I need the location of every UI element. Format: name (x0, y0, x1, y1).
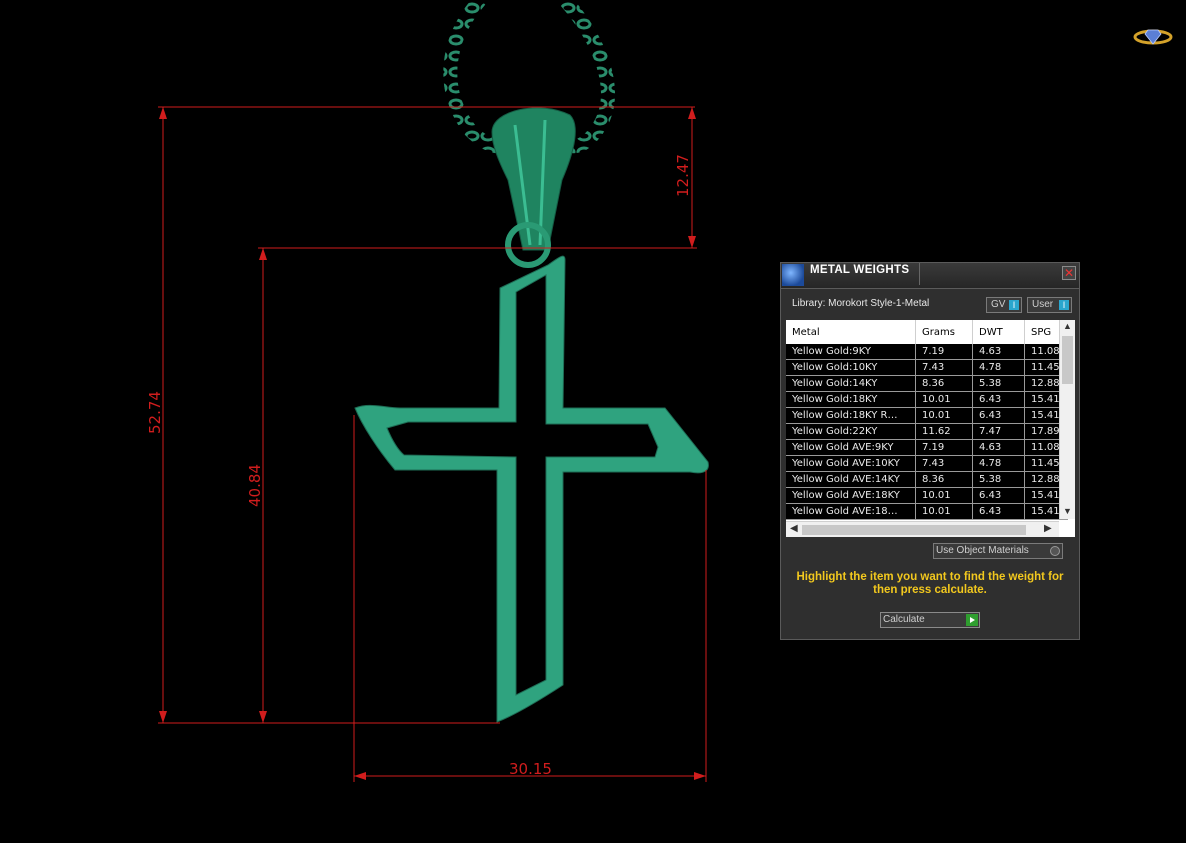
scroll-left-icon[interactable]: ◀ (790, 523, 798, 534)
dwt-cell: 6.43 (972, 503, 1025, 520)
grams-cell: 11.62 (915, 423, 973, 440)
table-row[interactable]: Yellow Gold AVE:10KY 7.43 4.78 11.45 (786, 455, 1068, 472)
metal-cell: Yellow Gold:9KY (786, 344, 916, 360)
use-object-materials-toggle[interactable]: Use Object Materials (933, 543, 1063, 559)
gv-toggle-label: GV (991, 299, 1006, 310)
metal-cell: Yellow Gold AVE:18KY (786, 487, 916, 504)
metal-cell: Yellow Gold:18KY R… (786, 407, 916, 424)
user-toggle-label: User (1032, 299, 1054, 310)
app-icon (782, 264, 804, 286)
panel-header[interactable]: METAL WEIGHTS ✕ (781, 263, 1079, 289)
table-row[interactable]: Yellow Gold:18KY 10.01 6.43 15.41 (786, 391, 1068, 408)
calculate-button[interactable]: Calculate (880, 612, 980, 628)
grams-cell: 8.36 (915, 375, 973, 392)
radio-icon (1050, 546, 1060, 556)
dwt-cell: 4.63 (972, 439, 1025, 456)
horizontal-scroll-thumb[interactable] (802, 525, 1026, 535)
horizontal-scrollbar[interactable]: ◀ ▶ (786, 521, 1059, 537)
metal-cell: Yellow Gold:10KY (786, 359, 916, 376)
gv-toggle-knob: I (1009, 300, 1019, 310)
metal-table-container: Metal Grams DWT SPG Yellow Gold:9KY 7.19 4… (786, 320, 1075, 537)
grams-cell: 7.19 (915, 344, 973, 360)
instruction-text: Highlight the item you want to find the … (796, 571, 1064, 596)
dimension-cross-height: 40.84 (246, 464, 264, 507)
user-toggle-knob: I (1059, 300, 1069, 310)
scroll-up-icon[interactable]: ▲ (1063, 321, 1072, 331)
table-row[interactable]: Yellow Gold:9KY 7.19 4.63 11.08 (786, 344, 1068, 360)
vertical-scrollbar[interactable]: ▲ ▼ (1059, 320, 1075, 519)
grams-cell: 10.01 (915, 487, 973, 504)
dimension-arrows (159, 107, 706, 780)
dwt-cell: 6.43 (972, 407, 1025, 424)
grams-cell: 7.43 (915, 455, 973, 472)
bail (491, 107, 576, 268)
table-row[interactable]: Yellow Gold AVE:18KY 10.01 6.43 15.41 (786, 487, 1068, 504)
vertical-scroll-thumb[interactable] (1062, 336, 1073, 384)
calculate-label: Calculate (883, 614, 925, 625)
gv-toggle[interactable]: GV I (986, 297, 1022, 313)
play-icon (966, 614, 978, 626)
metal-cell: Yellow Gold:18KY (786, 391, 916, 408)
metal-weights-panel: METAL WEIGHTS ✕ Library: Morokort Style-… (780, 262, 1080, 640)
dwt-cell: 6.43 (972, 487, 1025, 504)
metal-cell: Yellow Gold:14KY (786, 375, 916, 392)
scroll-down-icon[interactable]: ▼ (1063, 506, 1072, 516)
panel-title: METAL WEIGHTS (810, 263, 921, 285)
ring-logo-icon (1133, 29, 1173, 45)
user-toggle[interactable]: User I (1027, 297, 1072, 313)
close-button[interactable]: ✕ (1062, 266, 1076, 280)
table-row[interactable]: Yellow Gold:14KY 8.36 5.38 12.88 (786, 375, 1068, 392)
dimension-overall-height: 52.74 (146, 391, 164, 434)
column-header-metal[interactable]: Metal (786, 320, 916, 344)
grams-cell: 10.01 (915, 407, 973, 424)
table-row[interactable]: Yellow Gold:18KY R… 10.01 6.43 15.41 (786, 407, 1068, 424)
table-header-row: Metal Grams DWT SPG (786, 320, 1068, 344)
use-object-materials-label: Use Object Materials (936, 545, 1029, 556)
dimension-lines (158, 106, 707, 782)
dimension-width: 30.15 (509, 760, 552, 778)
metal-cell: Yellow Gold AVE:9KY (786, 439, 916, 456)
metal-cell: Yellow Gold AVE:14KY (786, 471, 916, 488)
dwt-cell: 4.63 (972, 344, 1025, 360)
scroll-right-icon[interactable]: ▶ (1044, 523, 1052, 534)
dwt-cell: 4.78 (972, 359, 1025, 376)
dwt-cell: 4.78 (972, 455, 1025, 472)
metal-table: Metal Grams DWT SPG Yellow Gold:9KY 7.19 4… (786, 320, 1068, 520)
metal-cell: Yellow Gold AVE:10KY (786, 455, 916, 472)
column-header-dwt[interactable]: DWT (972, 320, 1025, 344)
grams-cell: 7.19 (915, 439, 973, 456)
table-row[interactable]: Yellow Gold:22KY 11.62 7.47 17.89 (786, 423, 1068, 440)
grams-cell: 10.01 (915, 391, 973, 408)
library-label: Library: Morokort Style-1-Metal (792, 298, 930, 309)
metal-cell: Yellow Gold:22KY (786, 423, 916, 440)
table-row[interactable]: Yellow Gold AVE:14KY 8.36 5.38 12.88 (786, 471, 1068, 488)
dwt-cell: 5.38 (972, 471, 1025, 488)
dimension-bail-height: 12.47 (674, 154, 692, 197)
grams-cell: 10.01 (915, 503, 973, 520)
grams-cell: 8.36 (915, 471, 973, 488)
table-row[interactable]: Yellow Gold AVE:18… 10.01 6.43 15.41 (786, 503, 1068, 520)
table-row[interactable]: Yellow Gold AVE:9KY 7.19 4.63 11.08 (786, 439, 1068, 456)
column-header-grams[interactable]: Grams (915, 320, 973, 344)
cross-pendant (354, 255, 709, 723)
dwt-cell: 5.38 (972, 375, 1025, 392)
metal-cell: Yellow Gold AVE:18… (786, 503, 916, 520)
table-row[interactable]: Yellow Gold:10KY 7.43 4.78 11.45 (786, 359, 1068, 376)
dwt-cell: 7.47 (972, 423, 1025, 440)
dwt-cell: 6.43 (972, 391, 1025, 408)
grams-cell: 7.43 (915, 359, 973, 376)
